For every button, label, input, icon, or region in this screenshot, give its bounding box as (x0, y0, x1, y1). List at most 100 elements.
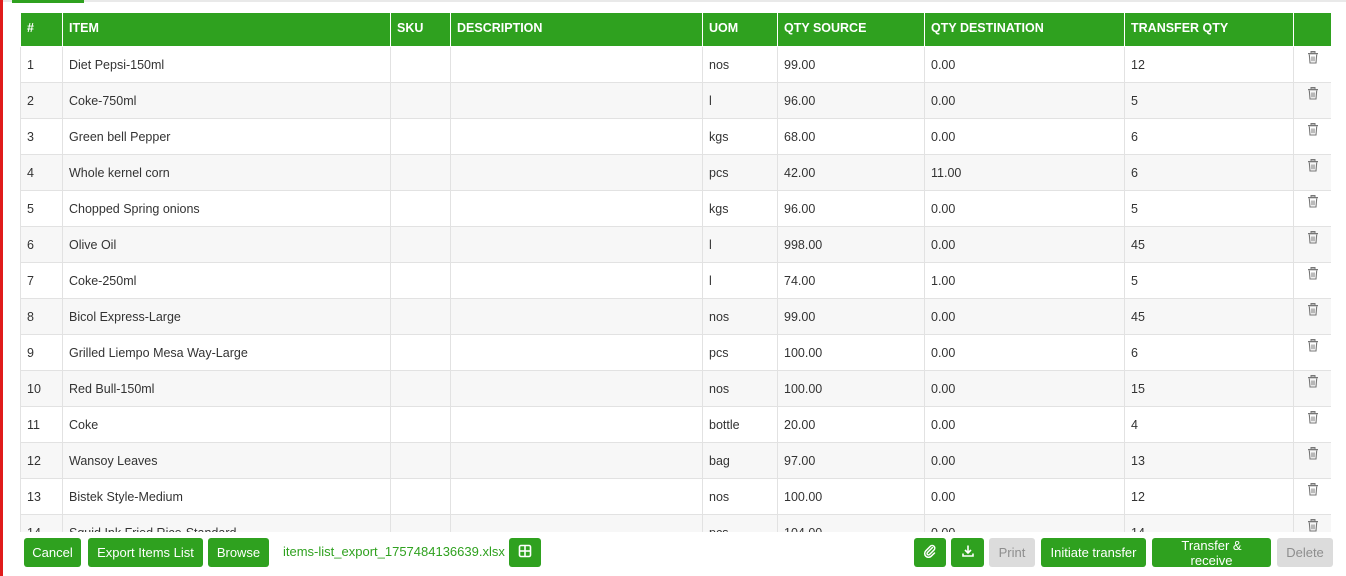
trash-icon[interactable] (1307, 483, 1319, 499)
cell-sku (390, 406, 451, 443)
cell-actions (1293, 370, 1331, 407)
trash-icon[interactable] (1307, 519, 1319, 532)
cell-description (450, 46, 703, 83)
cell-uom: nos (702, 46, 778, 83)
cell-sku (390, 118, 451, 155)
cell-number: 12 (20, 442, 63, 479)
trash-icon[interactable] (1307, 303, 1319, 319)
cell-qty-destination: 0.00 (924, 478, 1125, 515)
browse-button[interactable]: Browse (208, 538, 269, 567)
trash-icon[interactable] (1307, 375, 1319, 391)
cell-transfer-qty[interactable]: 6 (1124, 334, 1294, 371)
table-row: 7 Coke-250ml l 74.00 1.00 5 (20, 262, 1331, 299)
cell-uom: bottle (702, 406, 778, 443)
cell-transfer-qty[interactable]: 5 (1124, 190, 1294, 227)
trash-icon[interactable] (1307, 195, 1319, 211)
cell-transfer-qty[interactable]: 4 (1124, 406, 1294, 443)
paperclip-icon (923, 544, 937, 561)
cell-uom: l (702, 262, 778, 299)
cell-sku (390, 514, 451, 532)
cancel-button[interactable]: Cancel (24, 538, 81, 567)
cell-transfer-qty[interactable]: 15 (1124, 370, 1294, 407)
trash-icon[interactable] (1307, 267, 1319, 283)
cell-uom: nos (702, 298, 778, 335)
cell-item: Bistek Style-Medium (62, 478, 391, 515)
cell-description (450, 190, 703, 227)
cell-description (450, 442, 703, 479)
cell-item: Diet Pepsi-150ml (62, 46, 391, 83)
cell-item: Wansoy Leaves (62, 442, 391, 479)
cell-uom: pcs (702, 514, 778, 532)
cell-item: Bicol Express-Large (62, 298, 391, 335)
download-button[interactable] (951, 538, 984, 567)
cell-sku (390, 190, 451, 227)
print-button[interactable]: Print (989, 538, 1035, 567)
table-row: 8 Bicol Express-Large nos 99.00 0.00 45 (20, 298, 1331, 335)
cell-sku (390, 334, 451, 371)
cell-number: 4 (20, 154, 63, 191)
col-header-actions (1293, 12, 1331, 47)
table-row: 13 Bistek Style-Medium nos 100.00 0.00 12 (20, 478, 1331, 515)
cell-number: 2 (20, 82, 63, 119)
cell-transfer-qty[interactable]: 45 (1124, 298, 1294, 335)
cell-number: 1 (20, 46, 63, 83)
cell-qty-source: 96.00 (777, 190, 925, 227)
cell-qty-destination: 0.00 (924, 226, 1125, 263)
trash-icon[interactable] (1307, 159, 1319, 175)
grid-view-button[interactable] (509, 538, 541, 567)
cell-number: 13 (20, 478, 63, 515)
cell-sku (390, 82, 451, 119)
cell-item: Chopped Spring onions (62, 190, 391, 227)
cell-transfer-qty[interactable]: 12 (1124, 478, 1294, 515)
col-header-description: DESCRIPTION (450, 12, 703, 47)
table-row: 4 Whole kernel corn pcs 42.00 11.00 6 (20, 154, 1331, 191)
cell-description (450, 118, 703, 155)
cell-transfer-qty[interactable]: 13 (1124, 442, 1294, 479)
cell-transfer-qty[interactable]: 14 (1124, 514, 1294, 532)
cell-transfer-qty[interactable]: 5 (1124, 82, 1294, 119)
cell-number: 14 (20, 514, 63, 532)
trash-icon[interactable] (1307, 51, 1319, 67)
cell-item: Grilled Liempo Mesa Way-Large (62, 334, 391, 371)
export-items-list-button[interactable]: Export Items List (88, 538, 203, 567)
cell-actions (1293, 406, 1331, 443)
trash-icon[interactable] (1307, 411, 1319, 427)
cell-uom: nos (702, 478, 778, 515)
cell-qty-destination: 0.00 (924, 334, 1125, 371)
download-icon (961, 544, 975, 561)
cell-item: Coke-250ml (62, 262, 391, 299)
cell-actions (1293, 118, 1331, 155)
trash-icon[interactable] (1307, 447, 1319, 463)
cell-description (450, 334, 703, 371)
cell-uom: pcs (702, 334, 778, 371)
cell-qty-source: 100.00 (777, 334, 925, 371)
cell-qty-source: 96.00 (777, 82, 925, 119)
cell-transfer-qty[interactable]: 12 (1124, 46, 1294, 83)
cell-transfer-qty[interactable]: 6 (1124, 118, 1294, 155)
trash-icon[interactable] (1307, 231, 1319, 247)
cell-transfer-qty[interactable]: 6 (1124, 154, 1294, 191)
initiate-transfer-button[interactable]: Initiate transfer (1041, 538, 1146, 567)
trash-icon[interactable] (1307, 123, 1319, 139)
cell-transfer-qty[interactable]: 45 (1124, 226, 1294, 263)
table-row: 5 Chopped Spring onions kgs 96.00 0.00 5 (20, 190, 1331, 227)
trash-icon[interactable] (1307, 87, 1319, 103)
attach-button[interactable] (914, 538, 946, 567)
trash-icon[interactable] (1307, 339, 1319, 355)
cell-description (450, 226, 703, 263)
cell-item: Coke-750ml (62, 82, 391, 119)
col-header-transfer-qty: TRANSFER QTY (1124, 12, 1294, 47)
col-header-uom: UOM (702, 12, 778, 47)
items-table: # ITEM SKU DESCRIPTION UOM QTY SOURCE QT… (20, 12, 1331, 532)
cell-item: Green bell Pepper (62, 118, 391, 155)
cell-qty-destination: 11.00 (924, 154, 1125, 191)
cell-qty-source: 68.00 (777, 118, 925, 155)
cell-transfer-qty[interactable]: 5 (1124, 262, 1294, 299)
items-table-container[interactable]: # ITEM SKU DESCRIPTION UOM QTY SOURCE QT… (20, 12, 1331, 532)
cell-qty-destination: 0.00 (924, 190, 1125, 227)
transfer-and-receive-button[interactable]: Transfer & receive (1152, 538, 1271, 568)
table-row: 3 Green bell Pepper kgs 68.00 0.00 6 (20, 118, 1331, 155)
table-body: 1 Diet Pepsi-150ml nos 99.00 0.00 12 2 Coke-750… (20, 46, 1331, 532)
cell-qty-destination: 0.00 (924, 442, 1125, 479)
delete-button[interactable]: Delete (1277, 538, 1333, 567)
